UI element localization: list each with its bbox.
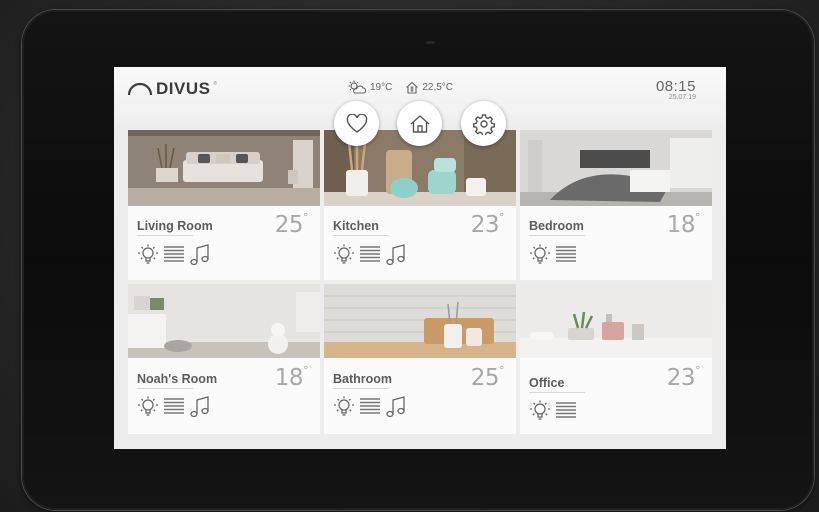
brand-mark: ® (213, 81, 218, 87)
bathroom-photo (324, 284, 516, 358)
heart-icon (346, 113, 367, 133)
room-title: Kitchen (333, 219, 379, 233)
room-temperature: 23° (666, 364, 701, 391)
room-grid: Living Room 25° Kitchen 23° Bedroom 18° … (128, 130, 712, 438)
outdoor-temperature: 19°C (370, 81, 393, 93)
room-temperature: 25° (470, 364, 505, 391)
light-bulb-icon[interactable] (333, 243, 355, 272)
noahs-room-photo (128, 284, 320, 358)
camera-dot (426, 41, 435, 44)
room-card-bathroom[interactable]: Bathroom 25° (324, 284, 516, 434)
settings-button[interactable] (461, 101, 506, 146)
current-time: 08:15 (655, 78, 696, 95)
music-note-icon[interactable] (385, 395, 407, 424)
logo-arc-icon (127, 82, 153, 96)
music-note-icon[interactable] (189, 395, 211, 424)
blinds-icon[interactable] (163, 245, 185, 270)
room-title: Living Room (137, 219, 213, 233)
room-card-noahs-room[interactable]: Noah's Room 18° (128, 284, 320, 434)
home-button[interactable] (397, 101, 442, 146)
room-title: Noah's Room (137, 372, 218, 386)
light-bulb-icon[interactable] (333, 395, 355, 424)
favorites-button[interactable] (334, 101, 379, 146)
music-note-icon[interactable] (189, 243, 211, 272)
room-temperature: 18° (666, 211, 701, 238)
music-note-icon[interactable] (385, 243, 407, 272)
brand-name: DIVUS (156, 79, 211, 98)
room-temperature: 25° (274, 211, 309, 238)
weather-readout: 19°C 22,5°C (347, 78, 462, 96)
divider (137, 235, 193, 236)
gear-icon (472, 113, 495, 135)
sun-cloud-icon (348, 80, 367, 94)
room-temperature: 18° (274, 364, 309, 391)
divider (333, 388, 389, 389)
room-temperature: 23° (470, 211, 505, 238)
clock: 08:15 25.07.19 (656, 78, 696, 101)
screen: DIVUS ® 19°C 22,5°C 08:15 25.07.19 Livin… (114, 67, 726, 449)
living-room-photo (128, 130, 320, 206)
room-card-kitchen[interactable]: Kitchen 23° (324, 130, 516, 280)
indoor-temperature: 22,5°C (422, 81, 454, 93)
divider (137, 388, 193, 389)
room-title: Bathroom (333, 372, 393, 386)
divider (529, 392, 585, 393)
blinds-icon[interactable] (163, 397, 185, 422)
divider (529, 235, 585, 236)
room-title: Bedroom (529, 219, 584, 233)
house-icon (410, 114, 429, 133)
brand-logo: DIVUS ® (127, 79, 217, 99)
room-card-living-room[interactable]: Living Room 25° (128, 130, 320, 280)
current-date: 25.07.19 (668, 94, 696, 101)
office-photo (520, 284, 712, 358)
blinds-icon[interactable] (359, 245, 381, 270)
blinds-icon[interactable] (359, 397, 381, 422)
light-bulb-icon[interactable] (137, 243, 159, 272)
room-title: Office (529, 376, 565, 390)
light-bulb-icon[interactable] (529, 399, 551, 428)
bedroom-photo (520, 130, 712, 206)
divider (333, 235, 389, 236)
light-bulb-icon[interactable] (137, 395, 159, 424)
house-thermometer-icon (406, 81, 419, 94)
room-card-office[interactable]: Office 23° (520, 284, 712, 434)
blinds-icon[interactable] (555, 401, 577, 426)
light-bulb-icon[interactable] (529, 243, 551, 272)
blinds-icon[interactable] (555, 245, 577, 270)
room-card-bedroom[interactable]: Bedroom 18° (520, 130, 712, 280)
